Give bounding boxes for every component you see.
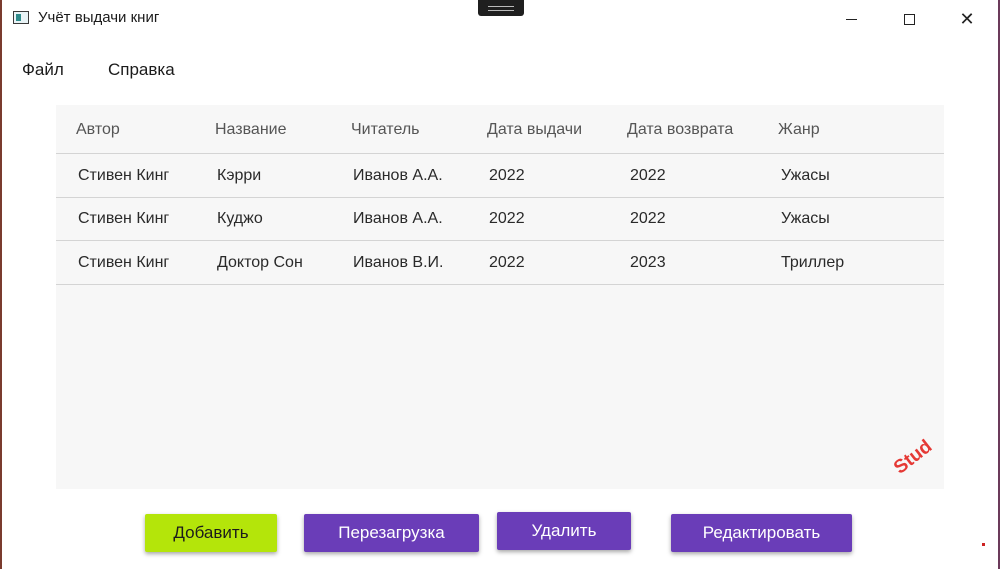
column-header-reader[interactable]: Читатель [351,121,419,139]
close-button[interactable]: ✕ [944,0,990,38]
column-header-genre[interactable]: Жанр [778,121,820,139]
cell-author: Стивен Кинг [78,254,170,271]
menu-item-file[interactable]: Файл [22,60,64,80]
column-header-title[interactable]: Название [215,121,287,139]
app-window: Учёт выдачи книг ✕ Файл Справка Автор На… [0,0,1000,569]
add-button[interactable]: Добавить [145,514,277,552]
cell-return-date: 2022 [630,210,666,227]
menu-bar: Файл Справка [2,56,998,84]
cell-reader: Иванов А.А. [353,167,443,184]
column-header-issue-date[interactable]: Дата выдачи [487,121,582,139]
cell-author: Стивен Кинг [78,167,170,184]
minimize-icon [845,18,857,20]
table-row[interactable]: Стивен Кинг Доктор Сон Иванов В.И. 2022 … [56,241,944,285]
loans-data-grid[interactable]: Автор Название Читатель Дата выдачи Дата… [56,105,944,489]
grid-header: Автор Название Читатель Дата выдачи Дата… [56,105,944,154]
cell-return-date: 2023 [630,254,666,271]
cell-return-date: 2022 [630,167,666,184]
table-row[interactable]: Стивен Кинг Кэрри Иванов А.А. 2022 2022 … [56,154,944,198]
cell-issue-date: 2022 [489,210,525,227]
cell-issue-date: 2022 [489,254,525,271]
edit-button[interactable]: Редактировать [671,514,852,552]
cell-genre: Ужасы [781,210,830,227]
cell-reader: Иванов А.А. [353,210,443,227]
title-bar[interactable]: Учёт выдачи книг ✕ [2,0,998,38]
table-row[interactable]: Стивен Кинг Куджо Иванов А.А. 2022 2022 … [56,197,944,241]
close-icon: ✕ [959,8,975,30]
cell-genre: Триллер [781,254,845,271]
window-title: Учёт выдачи книг [38,9,160,26]
cell-title: Кэрри [217,167,262,184]
cell-genre: Ужасы [781,167,830,184]
watermark-dot [982,543,985,546]
cell-title: Куджо [217,210,263,227]
menu-item-help[interactable]: Справка [108,60,175,80]
cell-issue-date: 2022 [489,167,525,184]
cell-reader: Иванов В.И. [353,254,444,271]
column-header-return-date[interactable]: Дата возврата [627,121,733,139]
cell-author: Стивен Кинг [78,210,170,227]
maximize-button[interactable] [886,0,932,38]
app-icon [13,11,29,24]
reload-button[interactable]: Перезагрузка [304,514,479,552]
minimize-button[interactable] [828,0,874,38]
maximize-icon [903,13,915,25]
delete-button[interactable]: Удалить [497,512,631,550]
cell-title: Доктор Сон [217,254,303,271]
column-header-author[interactable]: Автор [76,121,120,139]
